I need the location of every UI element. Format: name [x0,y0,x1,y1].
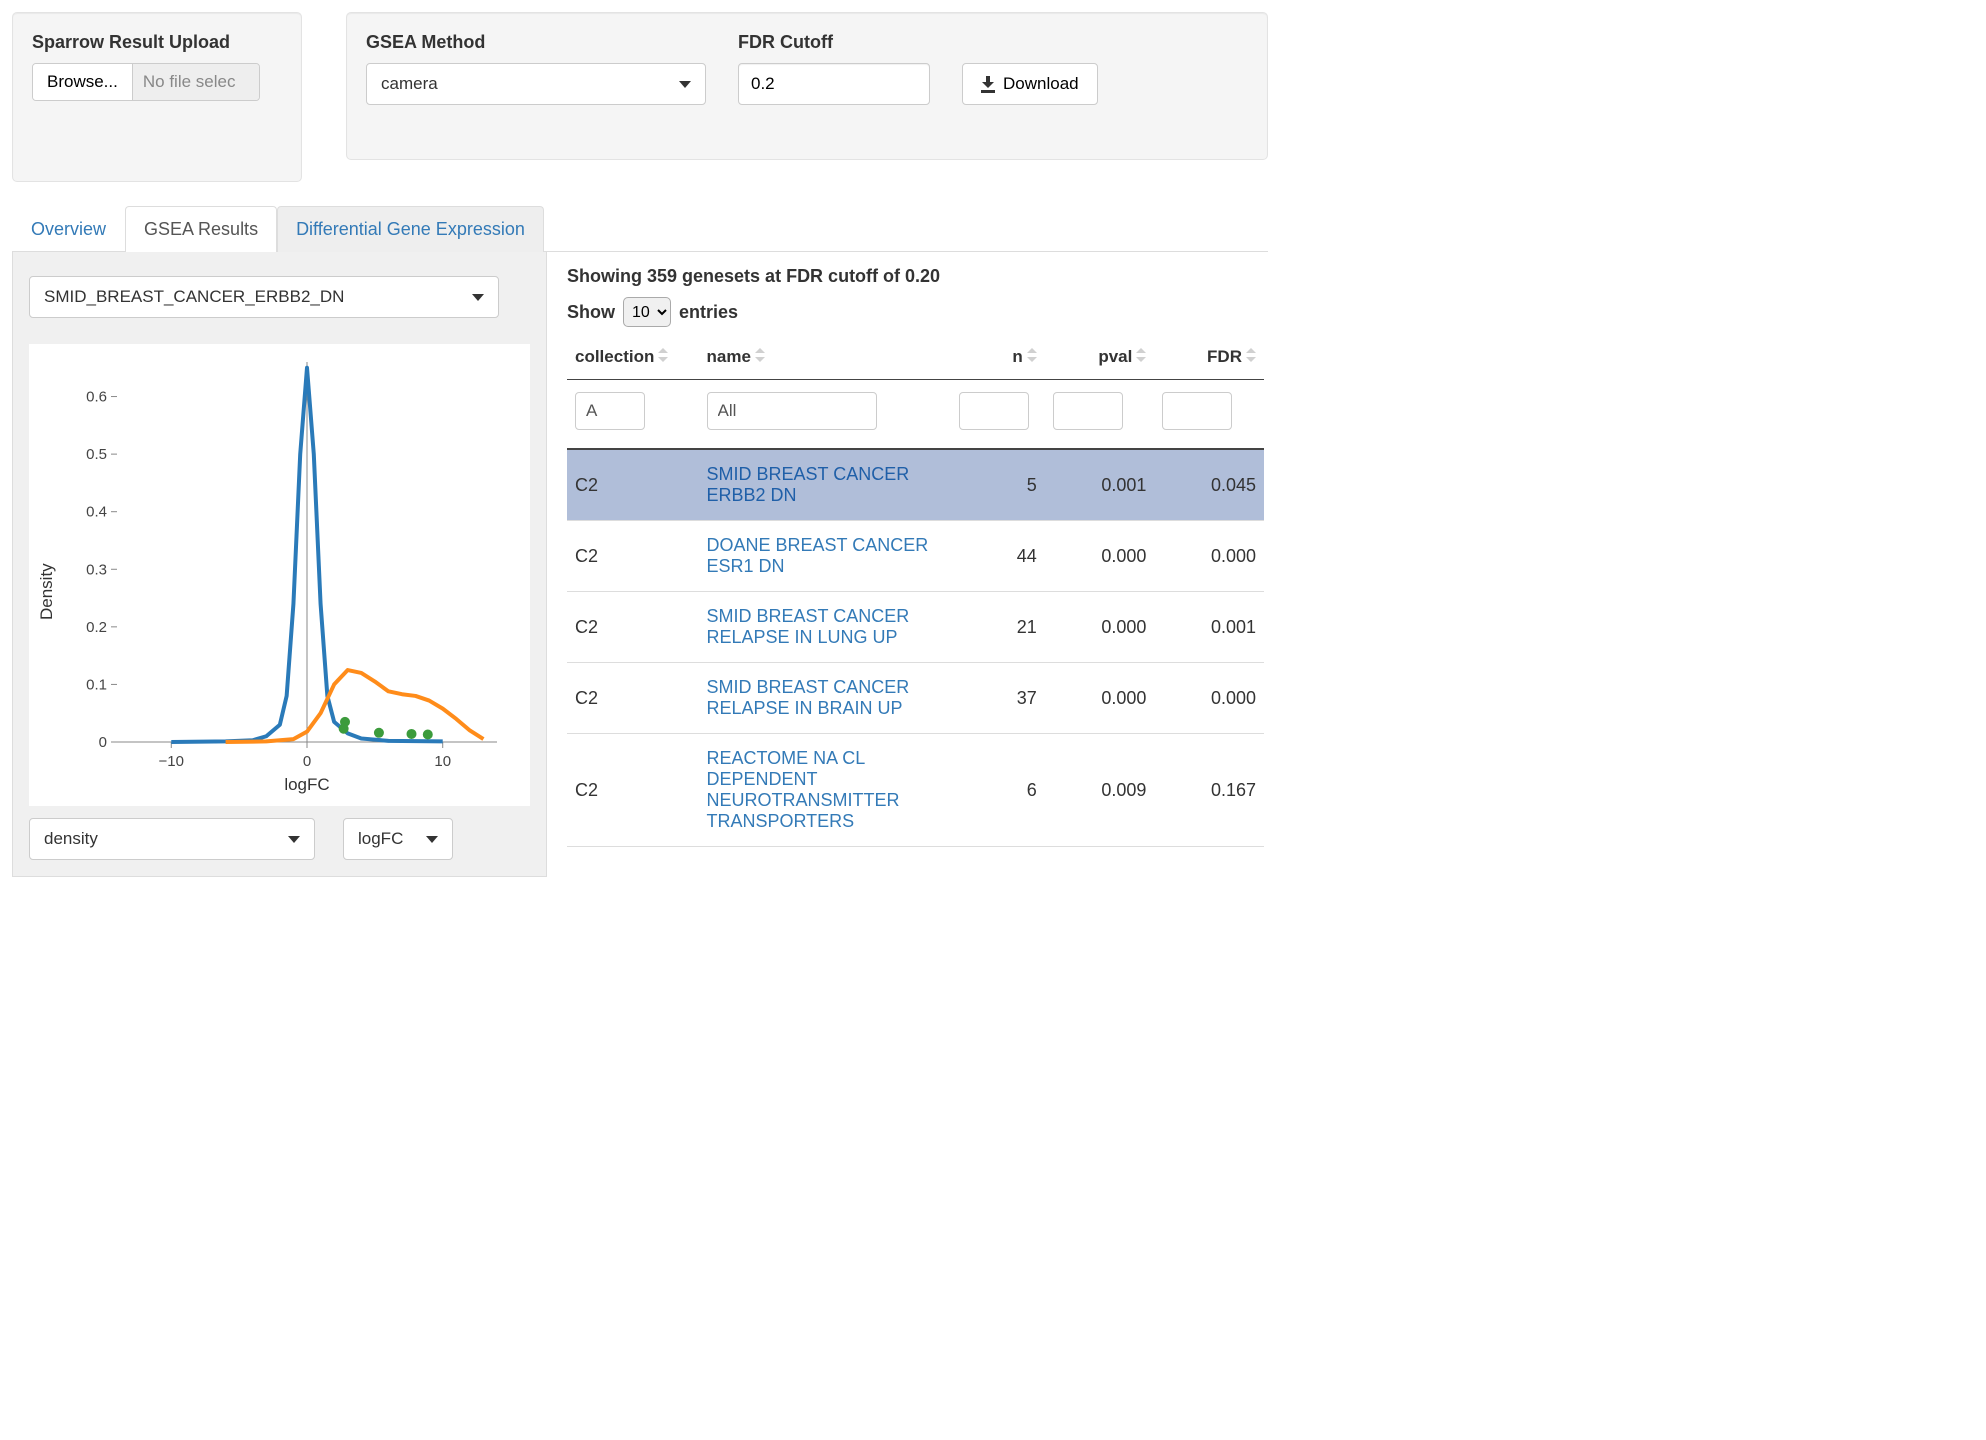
svg-text:10: 10 [434,753,451,770]
filter-name[interactable] [707,392,877,430]
svg-text:0.5: 0.5 [86,446,107,463]
upload-label: Sparrow Result Upload [32,32,282,53]
svg-text:−10: −10 [159,753,184,770]
svg-text:0.3: 0.3 [86,561,107,578]
plot-xvar-select[interactable]: logFC [343,818,453,860]
cell-pval: 0.009 [1045,734,1155,847]
filter-collection[interactable] [575,392,645,430]
cell-fdr: 0.045 [1154,449,1264,521]
plot-type-select[interactable]: density [29,818,315,860]
cell-n: 37 [951,663,1045,734]
chart-pane: SMID_BREAST_CANCER_ERBB2_DN Density 0 0.1… [12,252,547,877]
geneset-link[interactable]: SMID BREAST CANCER ERBB2 DN [707,464,910,505]
sort-icon [755,348,765,362]
density-chart: 0 0.1 0.2 0.3 0.4 0.5 0.6 −10 0 10 logFC [57,352,507,802]
table-row[interactable]: C2REACTOME NA CL DEPENDENT NEUROTRANSMIT… [567,734,1264,847]
results-pane: Showing 359 genesets at FDR cutoff of 0.… [547,252,1268,877]
cell-name: SMID BREAST CANCER RELAPSE IN BRAIN UP [699,663,951,734]
svg-text:logFC: logFC [284,775,329,794]
geneset-value: SMID_BREAST_CANCER_ERBB2_DN [44,287,344,307]
cell-n: 21 [951,592,1045,663]
th-fdr[interactable]: FDR [1154,337,1264,380]
cell-collection: C2 [567,592,699,663]
cell-pval: 0.000 [1045,663,1155,734]
tab-gsea-results[interactable]: GSEA Results [125,206,277,252]
tab-overview[interactable]: Overview [12,206,125,252]
file-input[interactable]: Browse... No file selec [32,63,260,101]
chevron-down-icon [679,81,691,88]
table-row[interactable]: C2SMID BREAST CANCER RELAPSE IN BRAIN UP… [567,663,1264,734]
svg-text:0.4: 0.4 [86,504,107,521]
geneset-link[interactable]: SMID BREAST CANCER RELAPSE IN LUNG UP [707,606,910,647]
method-value: camera [381,74,438,94]
browse-button[interactable]: Browse... [33,64,133,100]
svg-text:0.6: 0.6 [86,389,107,406]
cell-fdr: 0.167 [1154,734,1264,847]
th-n[interactable]: n [951,337,1045,380]
svg-text:0: 0 [303,753,311,770]
filter-fdr[interactable] [1162,392,1232,430]
cell-n: 5 [951,449,1045,521]
method-select[interactable]: camera [366,63,706,105]
sort-icon [1246,348,1256,362]
filter-pval[interactable] [1053,392,1123,430]
cell-pval: 0.000 [1045,521,1155,592]
fdr-label: FDR Cutoff [738,32,930,53]
cell-collection: C2 [567,449,699,521]
cell-fdr: 0.000 [1154,521,1264,592]
svg-text:0.1: 0.1 [86,676,107,693]
geneset-link[interactable]: DOANE BREAST CANCER ESR1 DN [707,535,929,576]
cell-n: 6 [951,734,1045,847]
method-label: GSEA Method [366,32,706,53]
plot-type-value: density [44,829,98,849]
th-pval[interactable]: pval [1045,337,1155,380]
sort-icon [1136,348,1146,362]
cell-collection: C2 [567,734,699,847]
chevron-down-icon [288,836,300,843]
table-row[interactable]: C2SMID BREAST CANCER ERBB2 DN 50.0010.045 [567,449,1264,521]
y-axis-label: Density [33,352,57,802]
plot-xvar-value: logFC [358,829,403,849]
sort-icon [658,348,668,362]
show-entries: Show 10 entries [567,297,1264,327]
cell-collection: C2 [567,521,699,592]
geneset-select[interactable]: SMID_BREAST_CANCER_ERBB2_DN [29,276,499,318]
upload-panel: Sparrow Result Upload Browse... No file … [12,12,302,182]
cell-name: SMID BREAST CANCER ERBB2 DN [699,449,951,521]
cell-pval: 0.000 [1045,592,1155,663]
cell-fdr: 0.000 [1154,663,1264,734]
table-row[interactable]: C2SMID BREAST CANCER RELAPSE IN LUNG UP 2… [567,592,1264,663]
svg-text:0: 0 [99,734,107,751]
cell-pval: 0.001 [1045,449,1155,521]
download-icon [981,76,995,92]
results-table: collection name n pval FDR C2SMID BREAST… [567,337,1264,847]
chevron-down-icon [426,836,438,843]
entries-select[interactable]: 10 [623,297,671,327]
cell-n: 44 [951,521,1045,592]
results-summary: Showing 359 genesets at FDR cutoff of 0.… [567,266,1264,287]
params-panel: GSEA Method camera FDR Cutoff Download [346,12,1268,160]
svg-text:0.2: 0.2 [86,619,107,636]
cell-name: SMID BREAST CANCER RELAPSE IN LUNG UP [699,592,951,663]
geneset-link[interactable]: SMID BREAST CANCER RELAPSE IN BRAIN UP [707,677,910,718]
cell-fdr: 0.001 [1154,592,1264,663]
fdr-input[interactable] [738,63,930,105]
download-button[interactable]: Download [962,63,1098,105]
chevron-down-icon [472,294,484,301]
th-name[interactable]: name [699,337,951,380]
cell-name: REACTOME NA CL DEPENDENT NEUROTRANSMITTE… [699,734,951,847]
th-collection[interactable]: collection [567,337,699,380]
download-label: Download [1003,74,1079,94]
cell-collection: C2 [567,663,699,734]
cell-name: DOANE BREAST CANCER ESR1 DN [699,521,951,592]
table-row[interactable]: C2DOANE BREAST CANCER ESR1 DN440.0000.00… [567,521,1264,592]
tab-dge[interactable]: Differential Gene Expression [277,206,544,252]
chart-card: Density 0 0.1 0.2 0.3 0.4 0.5 0.6 −10 0 10 logFC [29,344,530,806]
tabs: Overview GSEA Results Differential Gene … [12,206,1268,252]
sort-icon [1027,348,1037,362]
filter-n[interactable] [959,392,1029,430]
geneset-link[interactable]: REACTOME NA CL DEPENDENT NEUROTRANSMITTE… [707,748,900,831]
file-placeholder: No file selec [133,64,259,100]
